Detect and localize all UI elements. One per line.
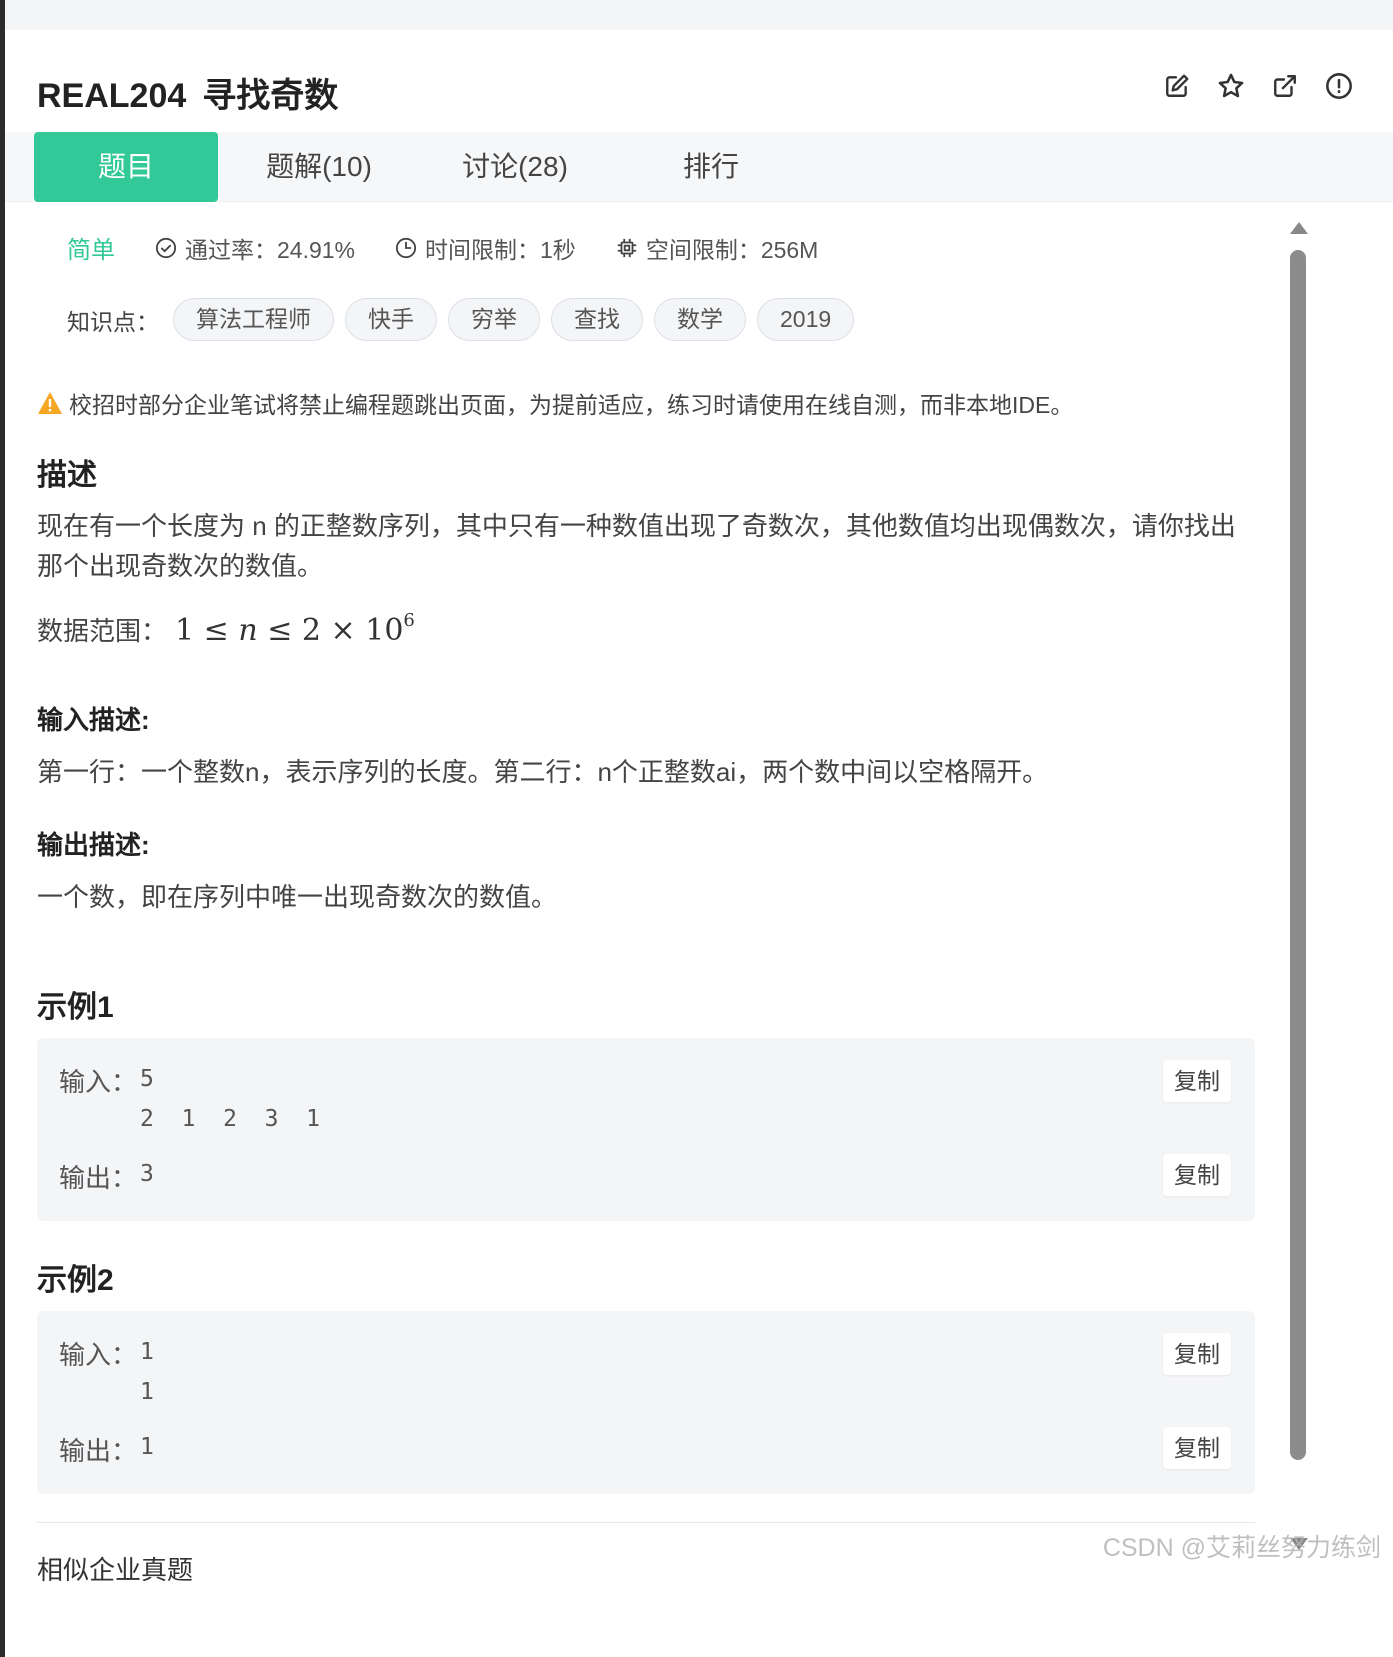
input-desc-heading: 输入描述: [37, 705, 150, 735]
example-1-heading: 示例1 [37, 991, 114, 1024]
knowledge-tags: 知识点： 算法工程师 快手 穷举 查找 数学 2019 [67, 298, 865, 341]
example-output-value: 1 [140, 1434, 154, 1460]
difficulty-badge: 简单 [67, 237, 115, 264]
description-heading: 描述 [37, 459, 97, 492]
pass-rate-text: 通过率：24.91% [185, 236, 356, 263]
notice-text: 校招时部分企业笔试将禁止编程题跳出页面，为提前适应，练习时请使用在线自测，而非本… [69, 392, 1074, 418]
warning-icon [38, 392, 62, 414]
example-1-box: 输入： 5 2 1 2 3 1 复制 输出： 3 复制 [37, 1038, 1255, 1221]
example-input-label: 输入： [59, 1340, 138, 1370]
header-actions [1163, 72, 1353, 100]
watermark: CSDN @艾莉丝努力练剑 [1102, 1534, 1381, 1562]
output-desc-heading: 输出描述: [37, 830, 150, 860]
problem-id: REAL204 [37, 77, 187, 115]
copy-output-button[interactable]: 复制 [1163, 1154, 1231, 1196]
page-title: REAL204 寻找奇数 [37, 68, 338, 117]
pass-rate: 通过率：24.91% [155, 231, 355, 265]
tag-chip[interactable]: 算法工程师 [173, 298, 334, 341]
page: REAL204 寻找奇数 题目 题解(10) 讨论(28) 排行 简单 通过率：… [5, 0, 1393, 1657]
data-range: 数据范围： 1 ≤ n ≤ 2 × 106 [37, 610, 415, 648]
section-divider [37, 1522, 1255, 1523]
copy-input-button[interactable]: 复制 [1163, 1333, 1231, 1375]
check-circle-icon [155, 237, 177, 258]
time-limit: 时间限制：1秒 [395, 231, 576, 265]
knowledge-label: 知识点： [67, 308, 159, 335]
notice-banner: 校招时部分企业笔试将禁止编程题跳出页面，为提前适应，练习时请使用在线自测，而非本… [37, 386, 1073, 420]
star-icon[interactable] [1217, 72, 1245, 100]
tag-chip[interactable]: 2019 [757, 298, 855, 341]
problem-meta: 简单 通过率：24.91% 时间限制：1秒 空间限制：256M [67, 230, 858, 265]
edit-icon[interactable] [1163, 72, 1191, 100]
example-input-value: 5 2 1 2 3 1 [140, 1066, 321, 1132]
tab-ranking[interactable]: 排行 [619, 132, 803, 202]
scrollbar-thumb[interactable] [1290, 250, 1306, 1460]
copy-output-button[interactable]: 复制 [1163, 1427, 1231, 1469]
problem-header: REAL204 寻找奇数 [5, 30, 1393, 130]
tab-discussion[interactable]: 讨论(28) [423, 132, 607, 202]
memory-limit-text: 空间限制：256M [645, 236, 819, 263]
description-text: 现在有一个长度为 n 的正整数序列，其中只有一种数值出现了奇数次，其他数值均出现… [37, 511, 1236, 581]
similar-problems-heading: 相似企业真题 [37, 1555, 194, 1585]
report-icon[interactable] [1325, 72, 1353, 100]
example-2-box: 输入： 1 1 复制 输出： 1 复制 [37, 1311, 1255, 1494]
copy-input-button[interactable]: 复制 [1163, 1060, 1231, 1102]
example-output-label: 输出： [59, 1163, 138, 1193]
range-label: 数据范围： [37, 616, 168, 646]
chip-icon [617, 238, 636, 257]
example-output-value: 3 [140, 1161, 154, 1187]
example-input-label: 输入： [59, 1067, 138, 1097]
tag-chip[interactable]: 数学 [654, 298, 746, 341]
tag-chip[interactable]: 查找 [551, 298, 643, 341]
problem-name: 寻找奇数 [202, 77, 339, 115]
tag-chip[interactable]: 穷举 [448, 298, 540, 341]
tab-problem[interactable]: 题目 [34, 132, 218, 202]
tab-bar: 题目 题解(10) 讨论(28) 排行 [5, 132, 1393, 202]
example-input-value: 1 1 [140, 1339, 154, 1405]
time-limit-text: 时间限制：1秒 [425, 236, 576, 263]
tag-chip[interactable]: 快手 [345, 298, 437, 341]
clock-icon [395, 237, 417, 258]
input-desc-text: 第一行：一个整数n，表示序列的长度。第二行：n个正整数ai，两个数中间以空格隔开… [37, 757, 1049, 787]
scroll-up-arrow[interactable] [1290, 222, 1308, 234]
memory-limit: 空间限制：256M [616, 231, 819, 265]
tab-solutions[interactable]: 题解(10) [227, 132, 411, 202]
example-output-label: 输出： [59, 1436, 138, 1466]
output-desc-text: 一个数，即在序列中唯一出现奇数次的数值。 [37, 882, 558, 912]
example-2-heading: 示例2 [37, 1264, 114, 1297]
range-formula: 1 ≤ n ≤ 2 × 106 [175, 610, 415, 648]
problem-content: 简单 通过率：24.91% 时间限制：1秒 空间限制：256M 知识点： 算法工… [5, 200, 1393, 1627]
share-icon[interactable] [1271, 72, 1299, 100]
